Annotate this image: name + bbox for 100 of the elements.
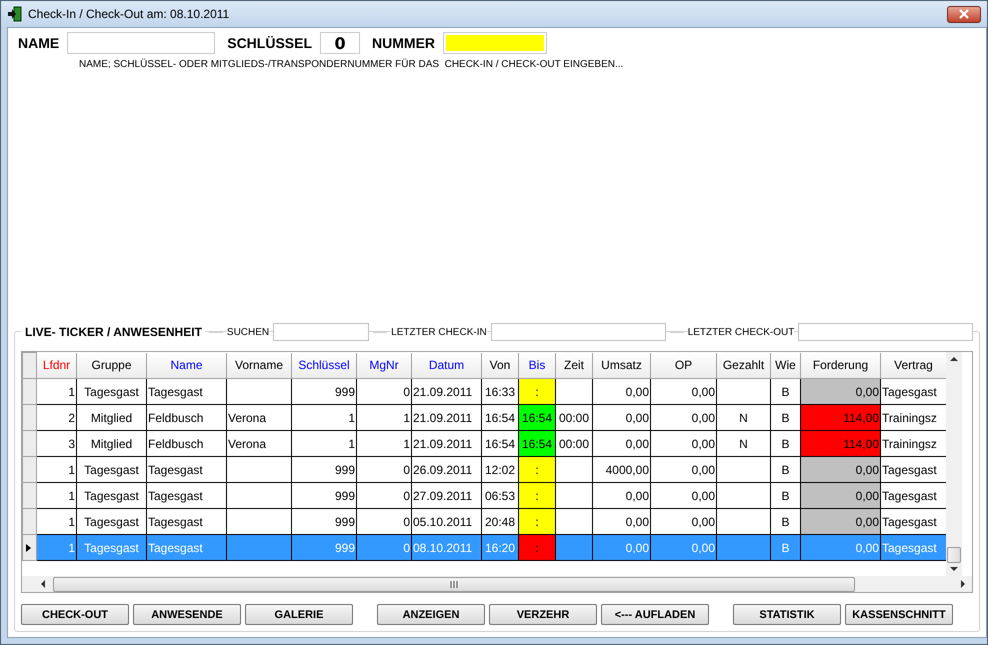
scroll-up-icon[interactable] (950, 356, 958, 361)
action-button[interactable]: GALERIE (245, 604, 353, 625)
column-header[interactable]: Gezahlt (716, 352, 770, 378)
table-cell: 0,00 (650, 404, 716, 430)
table-cell: 0,00 (650, 456, 716, 482)
table-cell: 0,00 (800, 482, 880, 508)
table-cell: Feldbusch (146, 404, 226, 430)
action-button[interactable]: ANWESENDE (133, 604, 241, 625)
action-button[interactable]: VERZEHR (489, 604, 597, 625)
table-cell (226, 456, 292, 482)
column-header[interactable]: Wie (770, 352, 800, 378)
column-header[interactable]: Von (482, 352, 518, 378)
column-header[interactable]: Vorname (226, 352, 292, 378)
column-header[interactable]: Lfdnr (36, 352, 76, 378)
table-cell (716, 378, 770, 404)
scroll-left-icon[interactable] (40, 580, 45, 588)
table-cell: Tagesgast (146, 534, 226, 560)
key-field[interactable]: 0 (320, 32, 360, 54)
column-header[interactable]: Name (146, 352, 226, 378)
table-cell: 1 (292, 430, 356, 456)
table-cell: 0 (356, 456, 412, 482)
table-cell: 4000,00 (592, 456, 650, 482)
number-label: NUMMER (372, 35, 436, 51)
column-header[interactable]: Datum (412, 352, 482, 378)
name-label: NAME (18, 35, 60, 51)
action-button[interactable]: KASSENSCHNITT (845, 604, 953, 625)
table-cell: Tagesgast (76, 534, 146, 560)
table-cell (716, 534, 770, 560)
table-cell (226, 534, 292, 560)
last-checkout-field[interactable] (798, 323, 974, 341)
table-cell: B (770, 534, 800, 560)
table-cell: : (518, 508, 556, 534)
table-cell (716, 456, 770, 482)
table-cell (556, 534, 592, 560)
table-cell: Mitglied (76, 404, 146, 430)
column-header[interactable]: Vertrag (880, 352, 946, 378)
table-cell: Tagesgast (146, 378, 226, 404)
table-cell: 0,00 (800, 456, 880, 482)
search-field[interactable] (273, 323, 370, 341)
column-header[interactable]: Zeit (556, 352, 592, 378)
action-button[interactable]: CHECK-OUT (21, 604, 129, 625)
last-checkout-label: LETZTER CHECK-OUT (688, 326, 794, 338)
table-cell: 16:20 (482, 534, 518, 560)
table-cell: 0 (356, 482, 412, 508)
number-field[interactable] (443, 32, 548, 54)
table-cell: Verona (226, 404, 292, 430)
table-cell (556, 378, 592, 404)
scroll-thumb[interactable] (53, 576, 855, 592)
table-cell: 0 (356, 378, 412, 404)
table-cell: 16:54 (518, 430, 556, 456)
table-cell: Tagesgast (880, 534, 946, 560)
table-cell: 999 (292, 456, 356, 482)
scroll-right-icon[interactable] (961, 580, 966, 588)
table-cell: 0,00 (592, 430, 650, 456)
table-cell (556, 482, 592, 508)
table-cell: 0,00 (650, 482, 716, 508)
close-button[interactable] (947, 6, 981, 22)
table-cell: 0,00 (650, 378, 716, 404)
table-cell: 27.09.2011 (412, 482, 482, 508)
table-cell: Tagesgast (76, 482, 146, 508)
scroll-thumb[interactable] (947, 547, 961, 563)
column-header[interactable]: OP (650, 352, 716, 378)
table-cell: Verona (226, 430, 292, 456)
table-cell (226, 378, 292, 404)
table-cell: 0,00 (592, 534, 650, 560)
action-button[interactable]: <--- AUFLADEN (601, 604, 709, 625)
key-label: SCHLÜSSEL (227, 35, 312, 51)
column-header[interactable]: Gruppe (76, 352, 146, 378)
column-header[interactable]: MgNr (356, 352, 412, 378)
vertical-scrollbar[interactable] (946, 352, 962, 576)
current-row-icon (26, 544, 31, 552)
table-cell (716, 482, 770, 508)
column-header[interactable]: Forderung (800, 352, 880, 378)
table-cell: 999 (292, 534, 356, 560)
table-cell: 1 (356, 430, 412, 456)
action-button[interactable]: STATISTIK (733, 604, 841, 625)
table-cell: 00:00 (556, 404, 592, 430)
horizontal-scrollbar[interactable] (22, 576, 972, 592)
table-cell: 0,00 (800, 378, 880, 404)
table-cell: Tagesgast (146, 482, 226, 508)
row-header[interactable] (22, 534, 36, 560)
table-cell: 08.10.2011 (412, 534, 482, 560)
table-cell: 1 (36, 456, 76, 482)
name-field[interactable] (67, 32, 216, 54)
table-cell: 16:54 (518, 404, 556, 430)
column-header[interactable]: Bis (518, 352, 556, 378)
column-header[interactable]: Schlüssel (292, 352, 356, 378)
panel-title: LIVE- TICKER / ANWESENHEIT (21, 325, 205, 339)
last-checkin-field[interactable] (490, 323, 666, 341)
scroll-down-icon[interactable] (950, 567, 958, 572)
door-arrow-icon (7, 6, 23, 22)
table-cell: 114,00 (800, 404, 880, 430)
column-header[interactable]: Umsatz (592, 352, 650, 378)
table-cell: 0,00 (800, 508, 880, 534)
table-cell (556, 456, 592, 482)
table-cell: Tagesgast (146, 456, 226, 482)
action-button[interactable]: ANZEIGEN (377, 604, 485, 625)
table-cell: Feldbusch (146, 430, 226, 456)
table-cell: 0,00 (650, 534, 716, 560)
table-cell: 114,00 (800, 430, 880, 456)
